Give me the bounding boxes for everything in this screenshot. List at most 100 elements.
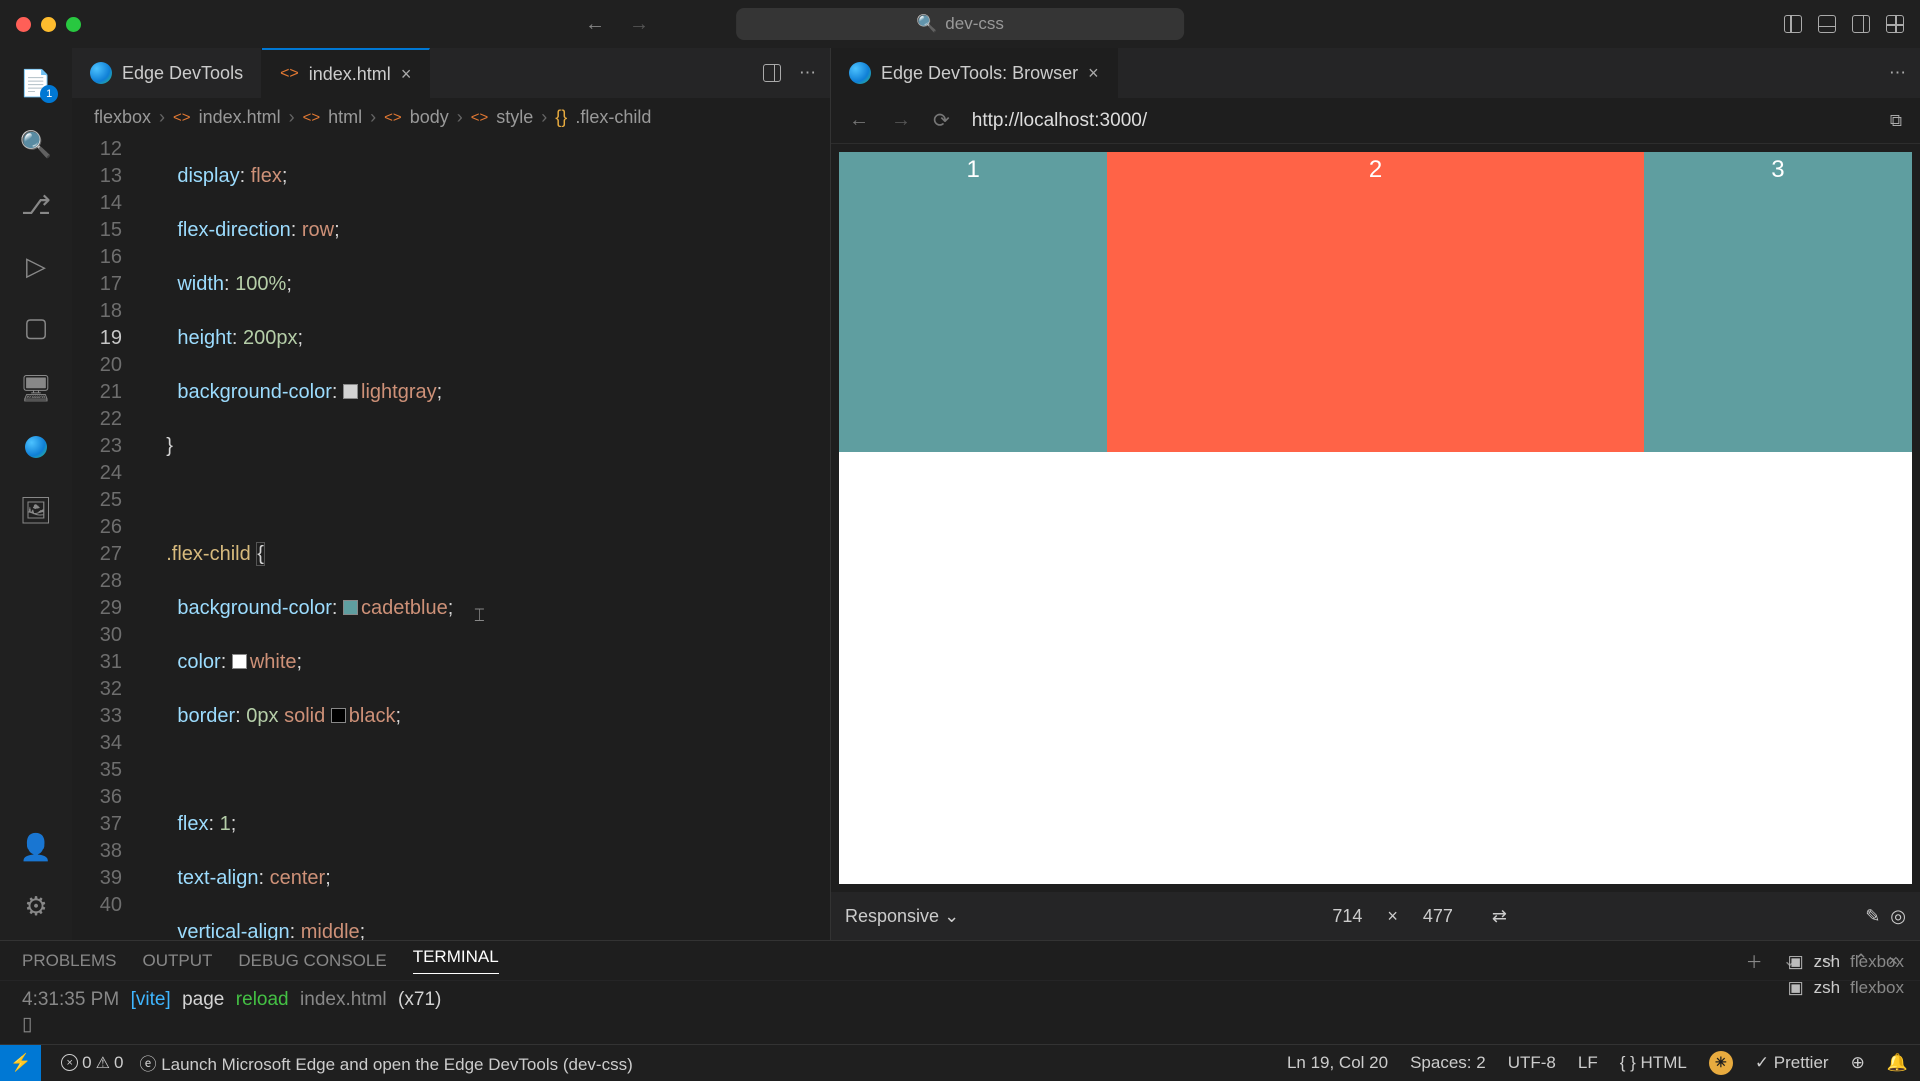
flex-box-2: 2	[1107, 152, 1644, 452]
more-actions-icon[interactable]: ⋯	[1889, 63, 1906, 83]
color-swatch-icon[interactable]	[232, 654, 247, 669]
wand-icon[interactable]: ✎	[1865, 906, 1880, 927]
editor-group-right: Edge DevTools: Browser × ⋯ ← → ⟳ http://l…	[830, 48, 1920, 940]
rotate-icon[interactable]: ⇄	[1492, 906, 1507, 927]
browser-back-icon[interactable]: ←	[849, 109, 869, 132]
terminal-entry[interactable]: ▣zshflexbox	[1788, 978, 1904, 998]
breadcrumb-sym[interactable]: style	[496, 107, 533, 128]
more-actions-icon[interactable]: ⋯	[799, 63, 816, 83]
terminal-list: ▣zshflexbox ▣zshflexbox	[1788, 952, 1904, 998]
breadcrumb[interactable]: flexbox› <>index.html› <>html› <>body› <…	[72, 98, 830, 136]
feedback-icon[interactable]: ⊕	[1851, 1053, 1865, 1073]
color-swatch-icon[interactable]	[331, 708, 346, 723]
edge-small-icon: ⓔ	[139, 1055, 156, 1074]
layout-customize-icon[interactable]	[1886, 15, 1904, 33]
edge-icon	[849, 62, 871, 84]
accounts-icon[interactable]: 👤	[20, 832, 52, 863]
search-text: dev-css	[945, 14, 1004, 34]
viewport-width-input[interactable]	[1317, 906, 1377, 927]
terminal-time: 4:31:35 PM	[22, 989, 119, 1010]
layout-secondary-icon[interactable]	[1852, 15, 1870, 33]
command-center[interactable]: 🔍 dev-css	[736, 8, 1184, 40]
layout-primary-icon[interactable]	[1784, 15, 1802, 33]
language-mode[interactable]: { } HTML	[1620, 1053, 1687, 1073]
launch-task-button[interactable]: ⓔ Launch Microsoft Edge and open the Edg…	[139, 1050, 632, 1075]
split-editor-icon[interactable]	[763, 64, 781, 82]
breadcrumb-class-icon: {}	[555, 107, 567, 128]
open-external-icon[interactable]: ⧉	[1890, 111, 1902, 131]
encoding[interactable]: UTF-8	[1508, 1053, 1556, 1073]
source-control-icon[interactable]: ⎇	[21, 190, 51, 221]
text-cursor-icon: ⌶	[474, 602, 485, 629]
settings-gear-icon[interactable]: ⚙	[24, 891, 47, 922]
target-icon[interactable]: ◎	[1890, 906, 1906, 927]
browser-viewport[interactable]: 1 2 3	[839, 152, 1912, 884]
flex-box-3: 3	[1644, 152, 1912, 452]
bell-icon[interactable]: 🔔	[1887, 1053, 1908, 1073]
titlebar: ← → 🔍 dev-css	[0, 0, 1920, 48]
close-tab-icon[interactable]: ×	[1088, 63, 1099, 84]
tab-output[interactable]: OUTPUT	[142, 951, 212, 971]
remote-explorer-icon[interactable]: 🖥	[19, 373, 52, 404]
tab-index-html[interactable]: <> index.html ×	[262, 48, 430, 98]
eslint-badge-icon[interactable]: ✳	[1709, 1051, 1733, 1075]
indentation[interactable]: Spaces: 2	[1410, 1053, 1486, 1073]
editor-tabs: Edge DevTools <> index.html × ⋯	[72, 48, 830, 98]
breadcrumb-sym[interactable]: html	[328, 107, 362, 128]
breadcrumb-sym[interactable]: body	[410, 107, 449, 128]
responsive-dropdown[interactable]: Responsive ⌄	[845, 906, 959, 927]
viewport-height-input[interactable]	[1408, 906, 1468, 927]
breadcrumb-sym[interactable]: .flex-child	[575, 107, 651, 128]
braces-icon: { }	[1620, 1053, 1636, 1072]
edge-tools-icon[interactable]	[25, 434, 47, 465]
layout-panel-icon[interactable]	[1818, 15, 1836, 33]
bottom-panel: PROBLEMS OUTPUT DEBUG CONSOLE TERMINAL ＋…	[0, 940, 1920, 1044]
tab-label: Edge DevTools: Browser	[881, 63, 1078, 84]
color-swatch-icon[interactable]	[343, 600, 358, 615]
edge-icon	[90, 62, 112, 84]
tab-devtools-browser[interactable]: Edge DevTools: Browser ×	[831, 48, 1118, 98]
problems-indicator[interactable]: ×0 ⚠0	[61, 1053, 123, 1073]
cursor-position[interactable]: Ln 19, Col 20	[1287, 1053, 1388, 1073]
terminal-icon: ▣	[1788, 952, 1804, 972]
tab-debug-console[interactable]: DEBUG CONSOLE	[238, 951, 386, 971]
run-debug-icon[interactable]: ▷	[26, 251, 46, 282]
new-terminal-icon[interactable]: ＋	[1746, 948, 1763, 973]
remote-indicator[interactable]: ⚡	[0, 1045, 41, 1081]
status-bar: ⚡ ×0 ⚠0 ⓔ Launch Microsoft Edge and open…	[0, 1044, 1920, 1080]
nav-arrows: ← →	[585, 13, 649, 36]
tab-terminal[interactable]: TERMINAL	[413, 947, 499, 974]
nav-back-icon[interactable]: ←	[585, 13, 605, 36]
prettier-status[interactable]: ✓ Prettier	[1755, 1053, 1829, 1073]
html-file-icon: <>	[280, 65, 299, 83]
close-tab-icon[interactable]: ×	[401, 64, 412, 85]
close-dot[interactable]	[16, 17, 31, 32]
dimension-x: ×	[1387, 906, 1398, 927]
terminal-output[interactable]: 4:31:35 PM [vite] page reload index.html…	[0, 981, 1920, 1044]
explorer-icon[interactable]: 📄1	[20, 68, 52, 99]
devtools-urlbar: ← → ⟳ http://localhost:3000/ ⧉	[831, 98, 1920, 144]
chevron-down-icon: ⌄	[944, 906, 959, 926]
code-content[interactable]: display: flex; flex-direction: row; widt…	[144, 136, 830, 940]
color-swatch-icon[interactable]	[343, 384, 358, 399]
search-view-icon[interactable]: 🔍	[20, 129, 52, 160]
search-icon: 🔍	[916, 14, 937, 34]
minimize-dot[interactable]	[41, 17, 56, 32]
tab-label: index.html	[309, 64, 391, 85]
browser-reload-icon[interactable]: ⟳	[933, 108, 950, 133]
nav-forward-icon[interactable]: →	[629, 13, 649, 36]
rendered-flexbox: 1 2 3	[839, 152, 1912, 452]
breadcrumb-sym-icon: <>	[471, 109, 489, 126]
eol[interactable]: LF	[1578, 1053, 1598, 1073]
tab-edge-devtools[interactable]: Edge DevTools	[72, 48, 262, 98]
tab-problems[interactable]: PROBLEMS	[22, 951, 116, 971]
extensions-icon[interactable]: ▢	[24, 312, 49, 343]
image-icon[interactable]: 🖼	[19, 495, 52, 526]
url-input[interactable]: http://localhost:3000/	[972, 110, 1868, 132]
breadcrumb-file[interactable]: index.html	[199, 107, 281, 128]
code-editor[interactable]: 1213141516171819202122232425262728293031…	[72, 136, 830, 940]
terminal-entry[interactable]: ▣zshflexbox	[1788, 952, 1904, 972]
browser-forward-icon[interactable]: →	[891, 109, 911, 132]
breadcrumb-folder[interactable]: flexbox	[94, 107, 151, 128]
maximize-dot[interactable]	[66, 17, 81, 32]
